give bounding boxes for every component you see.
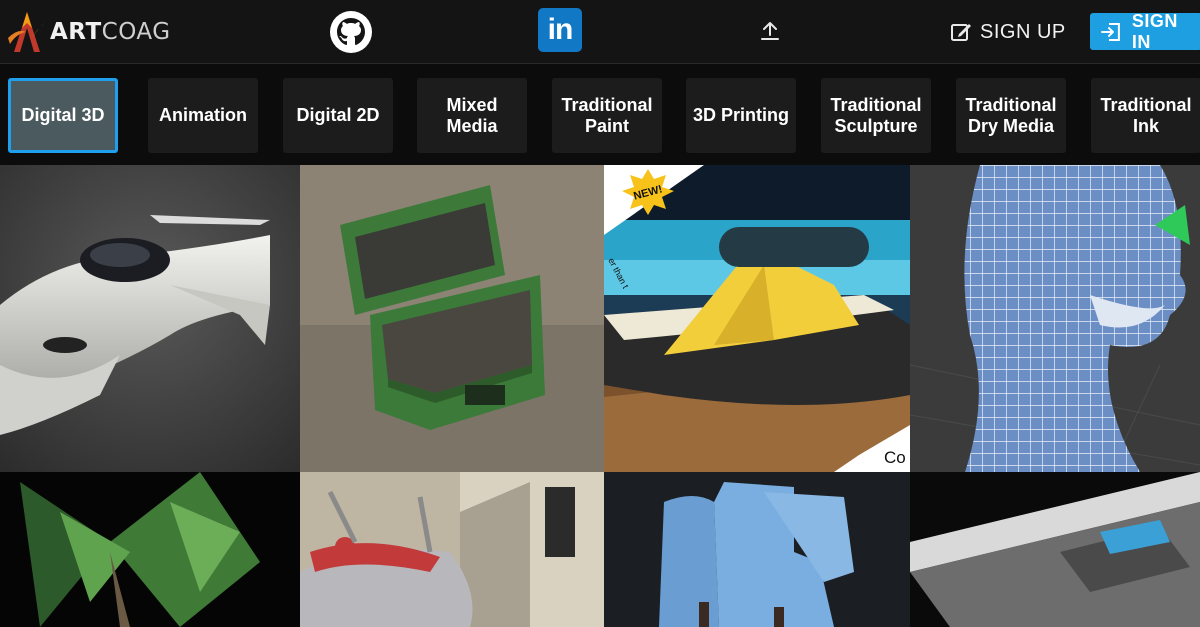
artwork-image bbox=[300, 165, 604, 472]
category-traditional-dry-media[interactable]: Traditional Dry Media bbox=[956, 78, 1066, 153]
edit-icon bbox=[951, 24, 971, 41]
brand-name-bold: ART bbox=[50, 19, 102, 45]
artwork-image bbox=[910, 165, 1200, 472]
artwork-image bbox=[910, 472, 1200, 627]
category-mixed-media[interactable]: Mixed Media bbox=[417, 78, 527, 153]
category-label: Traditional Dry Media bbox=[965, 94, 1057, 136]
artwork-tile[interactable] bbox=[910, 165, 1200, 472]
category-animation[interactable]: Animation bbox=[148, 78, 258, 153]
brand-logo[interactable]: ARTCOAG bbox=[6, 8, 171, 56]
brand-name-light: COAG bbox=[101, 19, 171, 45]
artwork-gallery: NEW! er than t Co bbox=[0, 165, 1200, 627]
artwork-tile[interactable] bbox=[300, 165, 604, 472]
artwork-tile[interactable] bbox=[604, 472, 910, 627]
category-traditional-paint[interactable]: Traditional Paint bbox=[552, 78, 662, 153]
upload-icon bbox=[761, 22, 779, 40]
artwork-tile[interactable] bbox=[300, 472, 604, 627]
category-label: 3D Printing bbox=[692, 105, 789, 125]
artwork-tile[interactable] bbox=[910, 472, 1200, 627]
category-label: Traditional Paint bbox=[561, 94, 653, 136]
category-bar: Digital 3D Animation Digital 2D Mixed Me… bbox=[0, 64, 1200, 165]
category-3d-printing[interactable]: 3D Printing bbox=[686, 78, 796, 153]
category-traditional-ink[interactable]: Traditional Ink bbox=[1091, 78, 1200, 153]
category-digital-2d[interactable]: Digital 2D bbox=[283, 78, 393, 153]
category-label: Animation bbox=[159, 105, 247, 125]
linkedin-link[interactable]: in bbox=[538, 8, 582, 52]
artwork-image bbox=[604, 472, 910, 627]
category-label: Traditional Ink bbox=[1100, 94, 1192, 136]
sign-up-label: SIGN UP bbox=[980, 20, 1066, 43]
artwork-image bbox=[300, 472, 604, 627]
category-label: Traditional Sculpture bbox=[830, 94, 922, 136]
github-icon bbox=[330, 11, 372, 53]
github-link[interactable] bbox=[329, 10, 373, 54]
corner-caption: Co bbox=[884, 448, 906, 467]
artwork-image: NEW! er than t Co bbox=[604, 165, 910, 472]
artcoag-logo-icon bbox=[8, 12, 46, 52]
artwork-tile[interactable] bbox=[0, 165, 300, 472]
artwork-image bbox=[0, 472, 300, 627]
linkedin-icon: in bbox=[547, 13, 574, 46]
category-label: Digital 2D bbox=[296, 105, 380, 125]
top-navigation-bar: ARTCOAG in SIGN UP SIGN IN bbox=[0, 0, 1200, 64]
artwork-tile[interactable]: NEW! er than t Co bbox=[604, 165, 910, 472]
category-label: Mixed Media bbox=[446, 94, 498, 136]
upload-button[interactable] bbox=[756, 16, 784, 46]
sign-in-icon bbox=[1100, 22, 1120, 41]
category-digital-3d[interactable]: Digital 3D bbox=[8, 78, 118, 153]
brand-name: ARTCOAG bbox=[50, 19, 171, 45]
sign-up-button[interactable]: SIGN UP bbox=[950, 14, 1066, 50]
sign-in-button[interactable]: SIGN IN bbox=[1090, 10, 1200, 52]
artwork-image bbox=[0, 165, 300, 472]
category-label: Digital 3D bbox=[21, 105, 105, 125]
category-traditional-sculpture[interactable]: Traditional Sculpture bbox=[821, 78, 931, 153]
artwork-tile[interactable] bbox=[0, 472, 300, 627]
sign-in-label: SIGN IN bbox=[1131, 10, 1178, 52]
